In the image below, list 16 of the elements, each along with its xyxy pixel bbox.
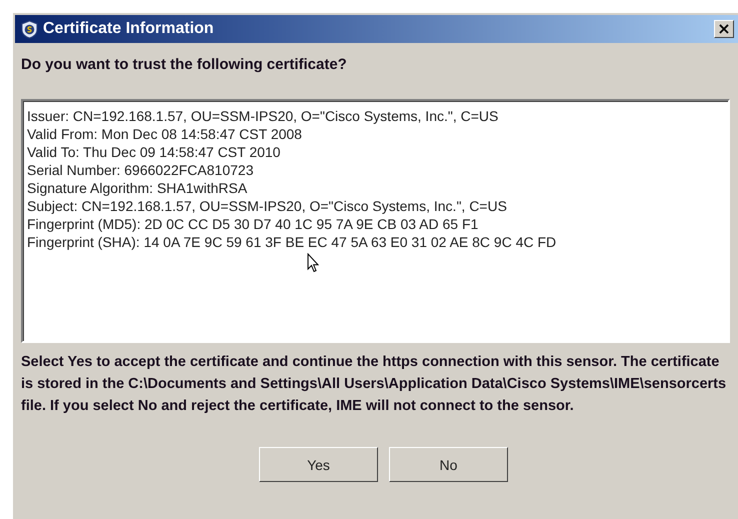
question-text: Do you want to trust the following certificate? [21,56,348,75]
message-text: Select Yes to accept the certificate and continue the https connection with this sensor. The certificate is stored in the C:\Documents and Settings\All Users\Application Data\Cisco Systems\IME\sensorcerts file. If you select No and reject the certificate, IME will not connect to the sensor. [21,353,728,416]
detail-line: Valid From: Mon Dec 08 14:58:47 CST 2008 [27,125,303,143]
detail-line: Subject: CN=192.168.1.57, OU=SSM-IPS20, O="Cisco Systems, Inc.", C=US [27,197,508,215]
yes-button[interactable]: Yes [259,447,378,482]
detail-line: Fingerprint (MD5): 2D 0C CC D5 30 D7 40 1C 95 7A 9E CB 03 AD 65 F1 [27,215,480,233]
window-title: Certificate Information [43,20,215,38]
cursor-icon [307,253,319,273]
detail-line: Valid To: Thu Dec 09 14:58:47 CST 2010 [27,143,282,161]
close-button[interactable]: × [714,20,734,38]
shield-icon [20,20,39,38]
detail-line: Issuer: CN=192.168.1.57, OU=SSM-IPS20, O="Cisco Systems, Inc.", C=US [27,107,500,125]
detail-line: Serial Number: 6966022FCA810723 [27,161,254,179]
detail-line: Signature Algorithm: SHA1withRSA [27,179,248,197]
detail-line: Fingerprint (SHA): 14 0A 7E 9C 59 61 3F BE EC 47 5A 63 E0 31 02 AE 8C 9C 4C FD [27,233,558,251]
no-button[interactable]: No [389,447,508,482]
